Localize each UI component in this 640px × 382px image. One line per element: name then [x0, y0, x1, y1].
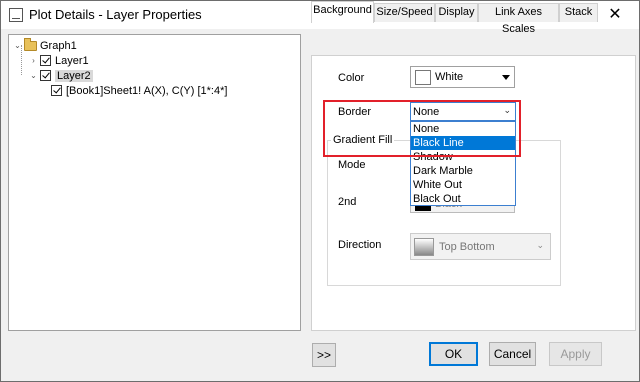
color-value: White [435, 71, 464, 83]
border-value: None [413, 106, 440, 118]
mode-label: Mode [338, 159, 366, 171]
tab-size-speed[interactable]: Size/Speed [374, 3, 435, 22]
layer2-checkbox[interactable] [40, 70, 51, 81]
tree-node-graph1[interactable]: ⌄ Graph1 [13, 37, 77, 53]
border-label: Border [338, 106, 372, 118]
app-icon [9, 8, 23, 22]
chevron-down-icon: ⌄ [536, 240, 544, 250]
border-option-white-out[interactable]: White Out [411, 178, 515, 192]
apply-button[interactable]: Apply [549, 342, 602, 366]
direction-label: Direction [338, 239, 382, 251]
border-option-none[interactable]: None [411, 122, 515, 136]
plot-checkbox[interactable] [51, 85, 62, 96]
tree-label-graph1: Graph1 [40, 39, 77, 52]
border-option-dark-marble[interactable]: Dark Marble [411, 164, 515, 178]
tab-link-axes-scales[interactable]: Link Axes Scales [478, 3, 559, 35]
layer-tree[interactable]: ⌄ Graph1 › Layer1 ⌄ Layer2 [Book1]Sheet1… [8, 34, 301, 331]
color-swatch [415, 70, 431, 85]
border-select[interactable]: None ⌄ [410, 102, 516, 121]
tree-node-layer2[interactable]: ⌄ Layer2 [29, 68, 93, 83]
border-option-shadow[interactable]: Shadow [411, 150, 515, 164]
close-button[interactable]: ✕ [603, 4, 627, 26]
expand-button[interactable]: >> [312, 343, 336, 367]
second-color-label: 2nd [338, 196, 357, 208]
collapse-icon[interactable]: ⌄ [13, 41, 22, 50]
color-label: Color [338, 72, 365, 84]
window-title: Plot Details - Layer Properties [29, 7, 202, 22]
tree-label-layer1: Layer1 [55, 54, 89, 67]
tree-node-plot[interactable]: [Book1]Sheet1! A(X), C(Y) [1*:4*] [51, 83, 227, 98]
gradient-swatch [414, 238, 434, 256]
border-option-black-line[interactable]: Black Line [411, 136, 515, 150]
color-select[interactable]: White [410, 66, 515, 88]
tab-display[interactable]: Display [435, 3, 478, 22]
tree-label-plot: [Book1]Sheet1! A(X), C(Y) [1*:4*] [66, 84, 228, 97]
dropdown-arrow-icon [502, 75, 510, 80]
gradient-fill-title: Gradient Fill [331, 134, 395, 146]
tree-node-layer1[interactable]: › Layer1 [29, 53, 89, 68]
expand-icon[interactable]: › [29, 56, 38, 65]
tab-stack[interactable]: Stack [559, 3, 598, 22]
tab-background[interactable]: Background [311, 1, 374, 23]
direction-select[interactable]: Top Bottom ⌄ [410, 233, 551, 260]
layer1-checkbox[interactable] [40, 55, 51, 66]
chevron-down-icon: ⌄ [503, 105, 511, 115]
plot-details-dialog: Plot Details - Layer Properties ? ✕ ⌄ Gr… [0, 0, 640, 382]
cancel-button[interactable]: Cancel [489, 342, 536, 366]
collapse-icon[interactable]: ⌄ [29, 71, 38, 80]
direction-value: Top Bottom [439, 241, 495, 253]
ok-button[interactable]: OK [429, 342, 478, 366]
border-option-black-out[interactable]: Black Out [411, 192, 515, 206]
tree-label-layer2: Layer2 [55, 69, 93, 82]
folder-icon [24, 37, 37, 51]
border-dropdown-list[interactable]: None Black Line Shadow Dark Marble White… [410, 121, 516, 206]
